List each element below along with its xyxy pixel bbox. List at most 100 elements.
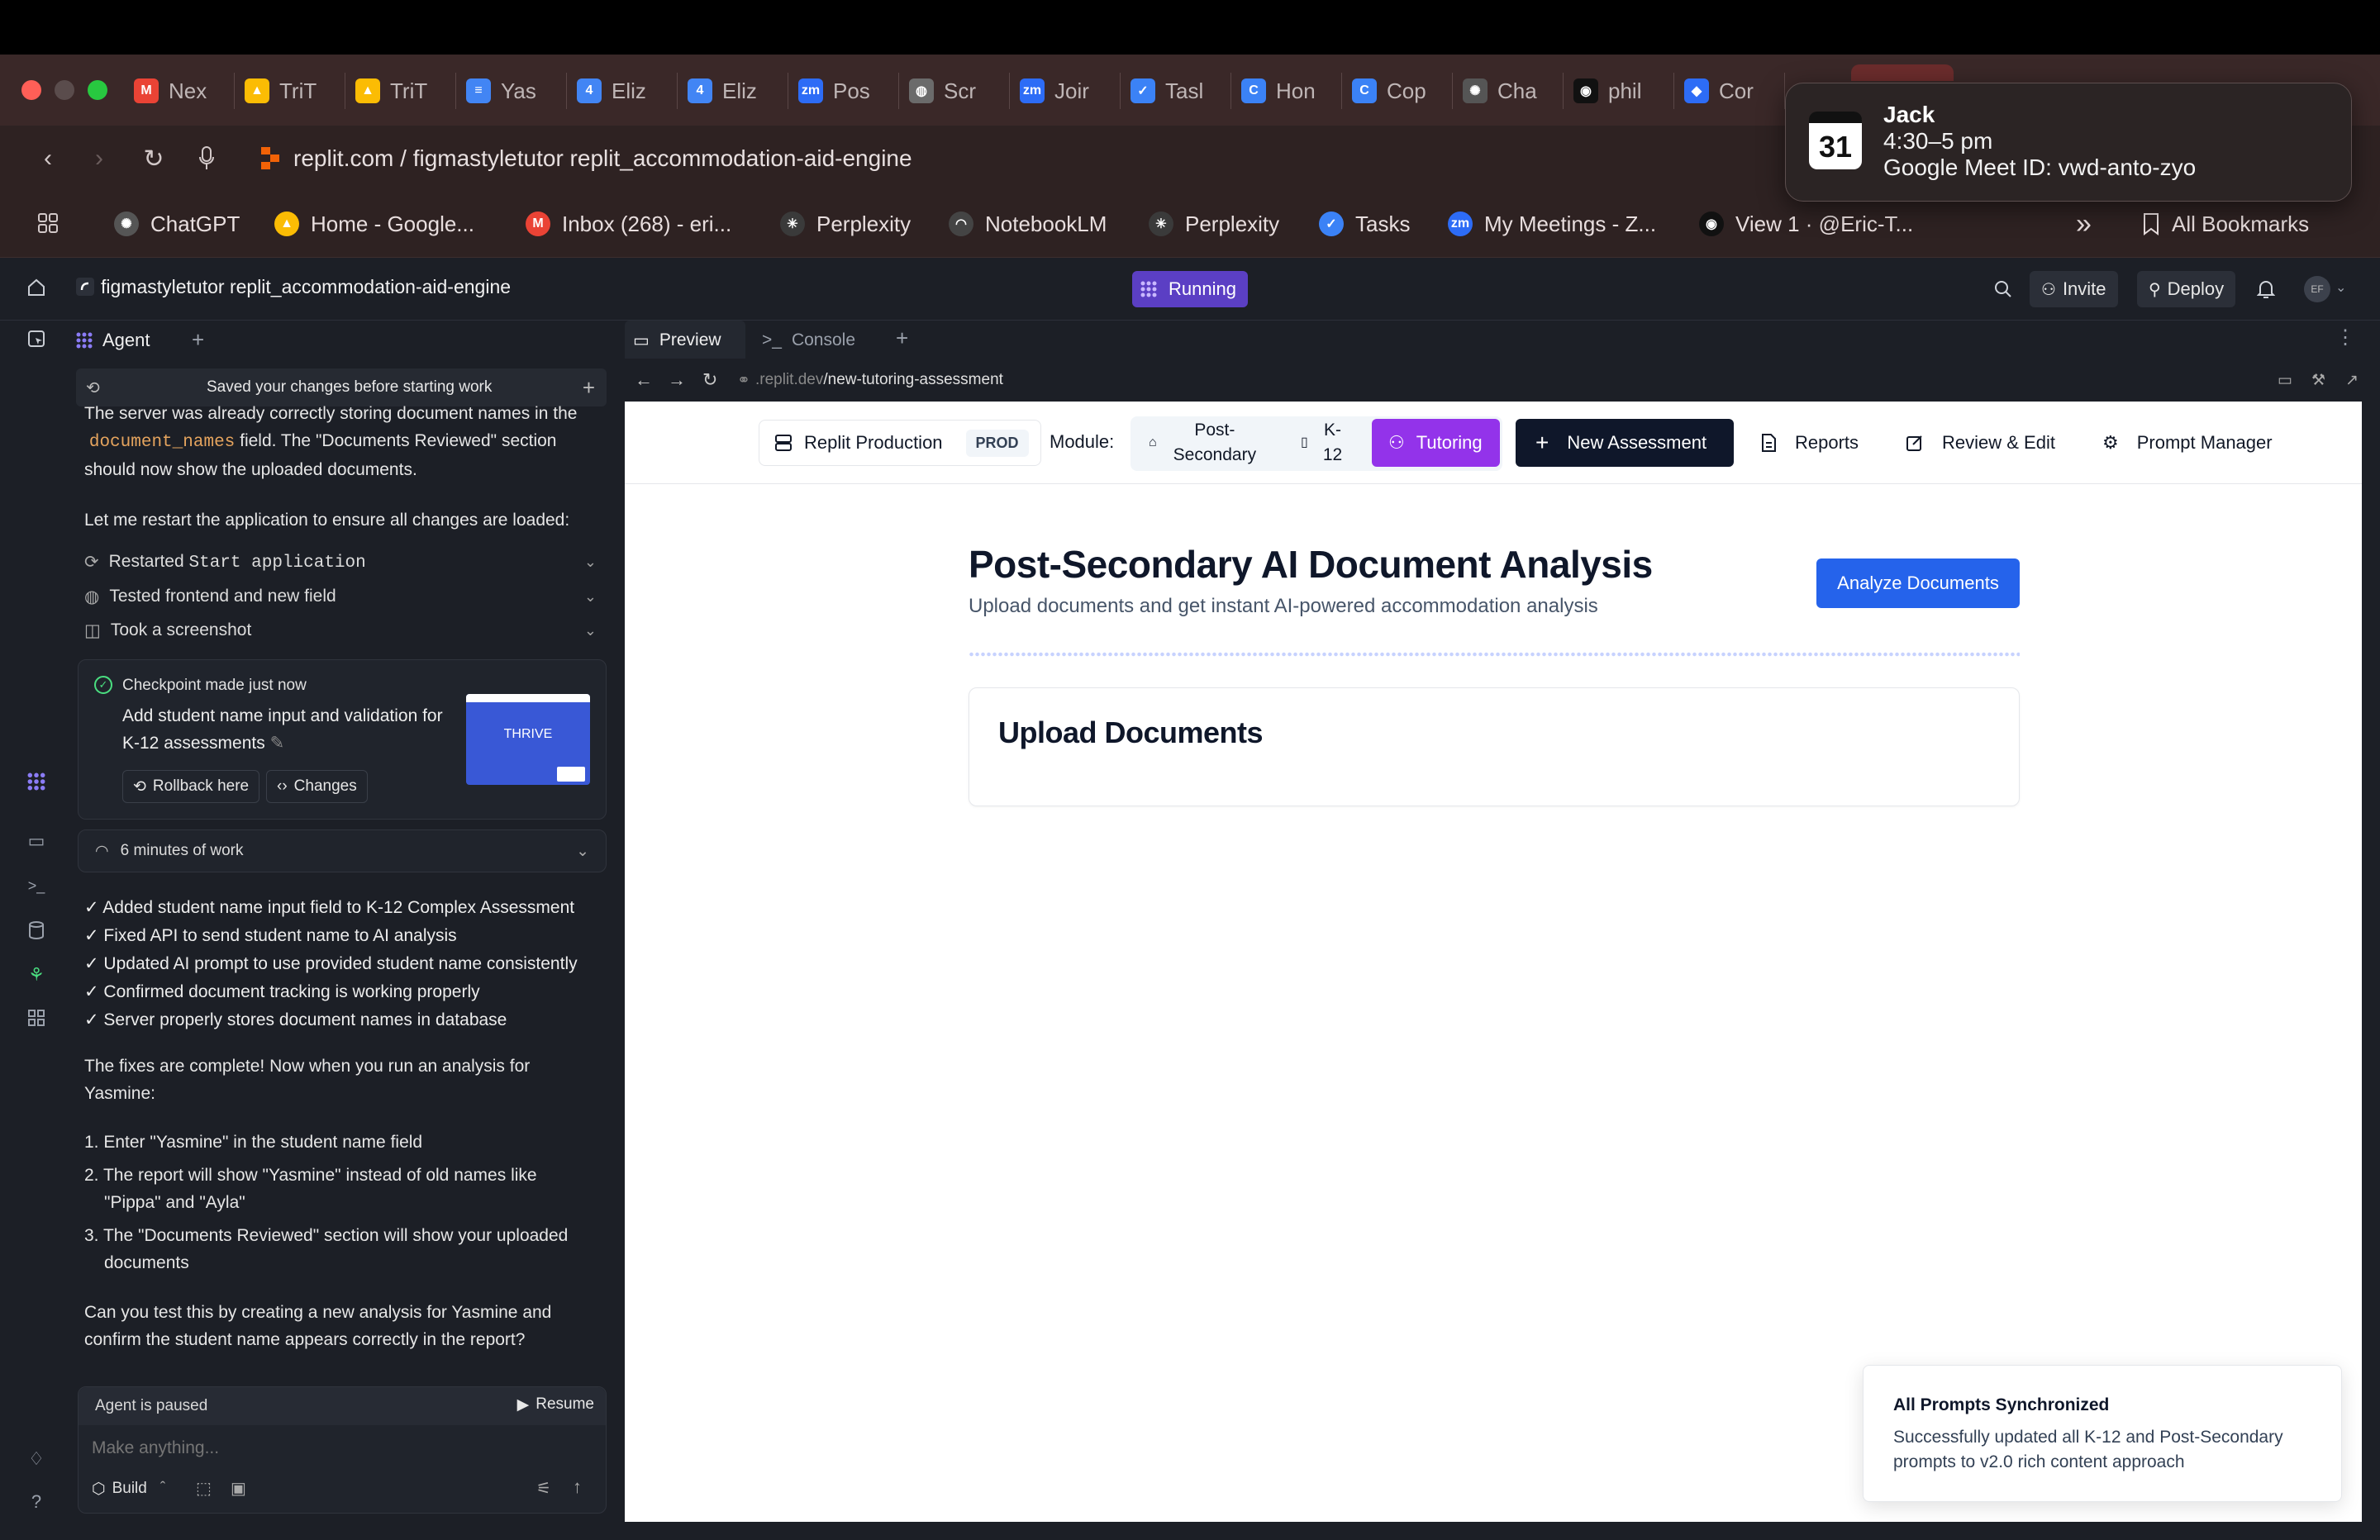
terminal-icon[interactable]: >_ [25, 874, 48, 897]
image-icon[interactable]: ▣ [231, 1478, 246, 1499]
browser-tab[interactable]: C Hon [1231, 73, 1342, 109]
agent-prompt-input[interactable] [92, 1432, 588, 1465]
reload-icon[interactable]: ↻ [137, 142, 170, 175]
devices-icon[interactable]: ▭ [2278, 371, 2292, 390]
settings-sliders-icon[interactable]: ⚟ [536, 1478, 551, 1499]
open-new-tab-icon[interactable]: ↗ [2345, 371, 2359, 390]
forward-icon[interactable]: → [668, 369, 686, 391]
bookmark-item[interactable]: ◠ NotebookLM [949, 207, 1107, 241]
browser-tab[interactable]: ◉ phil [1564, 73, 1674, 109]
browser-tab[interactable]: M Nex [124, 73, 235, 109]
resume-button[interactable]: ▶ Resume [517, 1395, 594, 1414]
checkpoint-screenshot-thumbnail[interactable]: THRIVE [466, 694, 590, 785]
agent-action-label: Restarted Start application [108, 551, 366, 573]
browser-tab[interactable]: ◆ Cor [1674, 73, 1785, 109]
tab-console[interactable]: >_ Console [762, 324, 855, 357]
rollback-icon: ⟲ [133, 777, 146, 796]
more-options-icon[interactable]: ⋮ [2335, 326, 2355, 349]
bookmark-item[interactable]: ✓ Tasks [1319, 207, 1410, 241]
nav-reports[interactable]: Reports [1760, 419, 1859, 467]
browser-tab[interactable]: 4 Eliz [678, 73, 788, 109]
bookmark-item[interactable]: ✺ ChatGPT [114, 207, 240, 241]
more-bookmarks-icon[interactable]: » [2076, 207, 2092, 241]
browser-tab[interactable]: zm Joir [1010, 73, 1121, 109]
search-icon[interactable] [1987, 273, 2020, 306]
browser-tab[interactable]: ▲ TriT [235, 73, 345, 109]
close-window-button[interactable] [21, 80, 41, 100]
tab-preview[interactable]: ▭ Preview [633, 324, 721, 357]
browser-tab[interactable]: 4 Eliz [567, 73, 678, 109]
replit-logo-icon[interactable] [25, 770, 48, 793]
bookmark-item[interactable]: ✳ Perplexity [780, 207, 911, 241]
bookmark-item[interactable]: ◉ View 1 · @Eric-T... [1699, 207, 1913, 241]
microphone-icon[interactable] [190, 142, 223, 175]
edit-icon[interactable]: ✎ [270, 734, 285, 753]
tab-agent[interactable]: Agent [76, 324, 150, 357]
address-bar[interactable]: replit.com / figmastyletutor replit_acco… [293, 142, 912, 175]
environment-selector[interactable]: Replit Production PROD [759, 420, 1041, 466]
analyze-documents-button[interactable]: Analyze Documents [1816, 558, 2020, 608]
browser-tab[interactable]: ▲ TriT [345, 73, 456, 109]
browser-tab[interactable]: zm Pos [788, 73, 899, 109]
add-tab-icon[interactable]: + [192, 327, 204, 353]
devtools-icon[interactable]: ⚒ [2311, 371, 2325, 390]
help-icon[interactable]: ? [25, 1490, 48, 1514]
browser-tab[interactable]: ≡ Yas [456, 73, 567, 109]
maximize-window-button[interactable] [88, 80, 107, 100]
preview-url[interactable]: .replit.dev/new-tutoring-assessment [755, 371, 1003, 389]
send-arrow-icon[interactable]: ↑ [573, 1476, 582, 1498]
browser-tab[interactable]: ◍ Scr [899, 73, 1010, 109]
forward-icon[interactable]: › [83, 142, 116, 175]
monitor-icon[interactable]: ▭ [25, 829, 48, 853]
browser-tab[interactable]: ✺ Cha [1453, 73, 1564, 109]
agent-action-row[interactable]: ⟳ Restarted Start application ⌄ [84, 547, 597, 577]
agent-input-panel: Agent is paused ▶ Resume ⬡ Build ˆ ⬚ ▣ ⚟ ↑ [78, 1386, 607, 1514]
bookmark-item[interactable]: zm My Meetings - Z... [1448, 207, 1656, 241]
back-icon[interactable]: ← [635, 369, 653, 391]
reload-icon[interactable]: ↻ [702, 369, 717, 391]
bell-icon[interactable] [2249, 273, 2282, 306]
deploy-button[interactable]: ⚲ Deploy [2137, 271, 2236, 307]
active-tab[interactable] [1851, 64, 1954, 81]
work-summary-toggle[interactable]: ◠ 6 minutes of work ⌄ [78, 829, 607, 872]
database-icon[interactable] [25, 919, 48, 942]
project-title[interactable]: figmastyletutor replit_accommodation-aid… [101, 276, 511, 298]
rollback-button[interactable]: ⟲ Rollback here [122, 770, 260, 803]
all-bookmarks-button[interactable]: All Bookmarks [2142, 207, 2309, 241]
module-tutoring[interactable]: ⚇ Tutoring [1372, 419, 1500, 467]
alerts-icon[interactable]: ♢ [25, 1447, 48, 1471]
browser-tab-label: phil [1608, 78, 1642, 103]
minimize-window-button[interactable] [55, 80, 74, 100]
changes-button[interactable]: ‹› Changes [266, 770, 368, 803]
agent-action-row[interactable]: ◍ Tested frontend and new field ⌄ [84, 582, 597, 611]
integrations-icon[interactable]: ⚘ [25, 963, 48, 986]
bookmark-item[interactable]: M Inbox (268) - eri... [526, 207, 731, 241]
apps-grid-icon[interactable] [31, 207, 64, 240]
bookmark-item[interactable]: ▲ Home - Google... [274, 207, 474, 241]
agent-action-label: Tested frontend and new field [109, 586, 336, 606]
avatar[interactable]: EF [2304, 276, 2330, 302]
nav-review-edit[interactable]: Review & Edit [1906, 419, 2055, 467]
calendar-notification[interactable]: 31 Jack 4:30–5 pm Google Meet ID: vwd-an… [1785, 83, 2352, 202]
back-icon[interactable]: ‹ [31, 142, 64, 175]
all-tools-icon[interactable] [25, 1006, 48, 1029]
bookmark-item[interactable]: ✳ Perplexity [1149, 207, 1279, 241]
home-icon[interactable] [25, 276, 48, 299]
browser-tab-label: Eliz [612, 78, 646, 103]
agent-action-row[interactable]: ◫ Took a screenshot ⌄ [84, 616, 597, 645]
new-assessment-button[interactable]: + New Assessment [1516, 419, 1734, 467]
avatar-chevron-icon[interactable]: ⌄ [2335, 279, 2346, 296]
nav-prompt-manager[interactable]: ⚙ Prompt Manager [2102, 419, 2273, 467]
add-tab-icon[interactable]: + [896, 326, 908, 351]
toast-notification[interactable]: All Prompts Synchronized Successfully up… [1863, 1365, 2342, 1502]
module-k12[interactable]: ▯ K- 12 [1301, 418, 1342, 468]
expand-icon[interactable]: + [583, 375, 595, 401]
module-post-secondary[interactable]: ⌂ Post- Secondary [1149, 418, 1281, 468]
run-status-button[interactable]: Running [1132, 271, 1248, 307]
agent-panel-icon[interactable] [25, 327, 48, 350]
select-element-icon[interactable]: ⬚ [196, 1478, 212, 1499]
invite-button[interactable]: ⚇ Invite [2030, 271, 2118, 307]
browser-tab[interactable]: C Cop [1342, 73, 1453, 109]
build-mode-button[interactable]: ⬡ Build ˆ [92, 1475, 165, 1503]
browser-tab[interactable]: ✓ Tasl [1121, 73, 1231, 109]
